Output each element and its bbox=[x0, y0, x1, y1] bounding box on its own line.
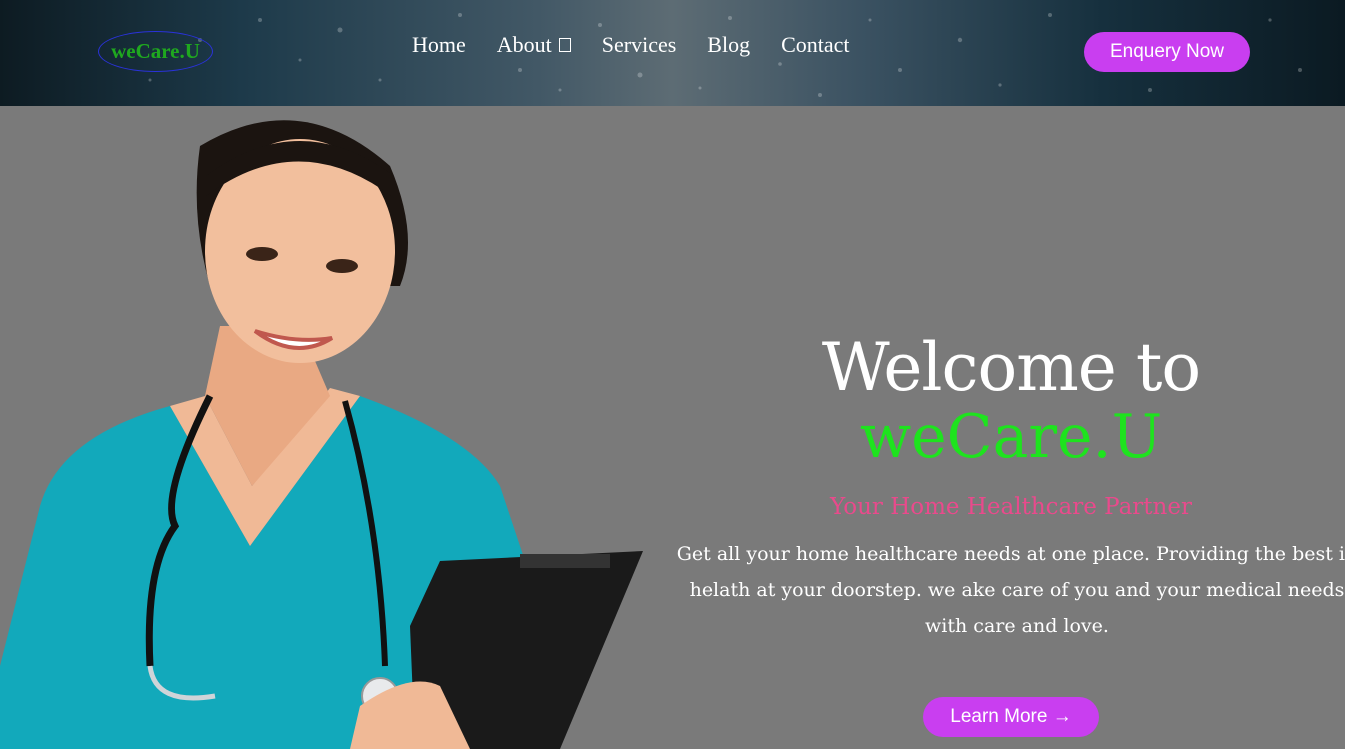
welcome-heading: Welcome to bbox=[821, 329, 1201, 406]
learn-more-button[interactable]: Learn More → bbox=[923, 697, 1099, 737]
nav-home[interactable]: Home bbox=[412, 32, 466, 58]
brand-heading: weCare.U bbox=[859, 402, 1163, 472]
enquiry-button[interactable]: Enquery Now bbox=[1084, 32, 1250, 72]
nav-home-label: Home bbox=[412, 32, 466, 57]
logo-text: weCare.U bbox=[111, 39, 200, 63]
hero-description: Get all your home healthcare needs at on… bbox=[676, 543, 1345, 637]
nav-services[interactable]: Services bbox=[602, 32, 677, 58]
tagline: Your Home Healthcare Partner bbox=[830, 494, 1192, 520]
site-logo[interactable]: weCare.U bbox=[98, 31, 213, 72]
nav-services-label: Services bbox=[601, 32, 677, 57]
nav-blog[interactable]: Blog bbox=[707, 32, 750, 58]
site-header: weCare.U Home About Services Blog Contac… bbox=[0, 0, 1345, 106]
hero-section: Welcome to weCare.U Your Home Healthcare… bbox=[672, 330, 1345, 644]
nav-about-label: About bbox=[496, 32, 552, 57]
nurse-hero-image bbox=[0, 120, 643, 749]
nav-blog-label: Blog bbox=[707, 32, 751, 57]
nav-contact-label: Contact bbox=[781, 32, 850, 57]
nav-about[interactable]: About bbox=[497, 32, 571, 58]
main-nav: Home About Services Blog Contact bbox=[412, 32, 881, 58]
chevron-down-icon bbox=[558, 38, 571, 52]
nav-contact[interactable]: Contact bbox=[781, 32, 849, 58]
